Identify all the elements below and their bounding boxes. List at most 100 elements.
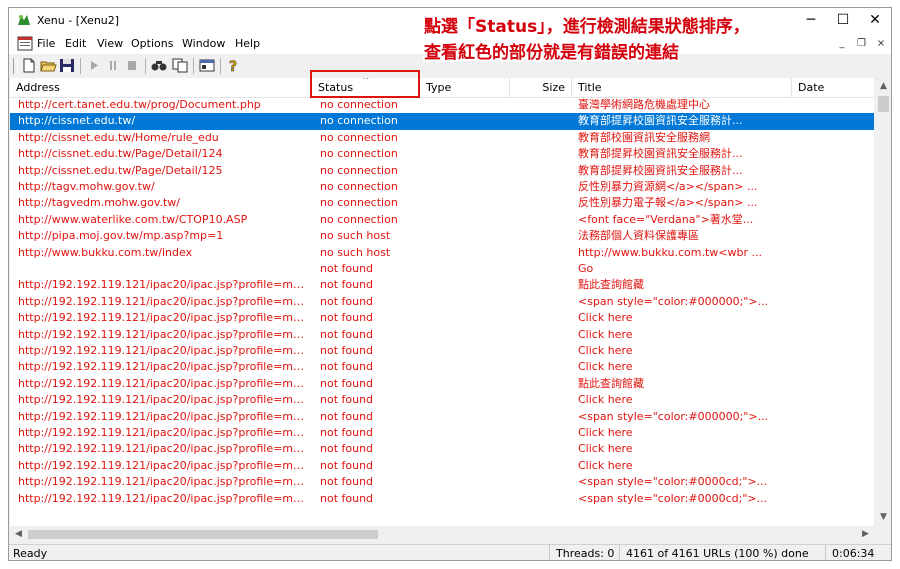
toolbar-separator — [193, 58, 194, 74]
table-row[interactable]: http://192.192.119.121/ipac20/ipac.jsp?p… — [10, 474, 874, 490]
cell-address: http://pipa.moj.gov.tw/mp.asp?mp=1 — [18, 229, 224, 243]
column-address[interactable]: Address — [10, 78, 312, 97]
table-row[interactable]: http://cissnet.edu.tw/Page/Detail/124 no … — [10, 146, 874, 162]
xenu-app-icon — [18, 15, 30, 25]
cell-status: no such host — [320, 245, 391, 259]
vertical-scrollbar[interactable]: ▲ ▼ — [875, 78, 891, 526]
status-urls: 4161 of 4161 URLs (100 %) done — [619, 545, 825, 560]
cell-title: Click here — [578, 327, 633, 341]
column-title[interactable]: Title — [572, 78, 792, 97]
status-time: 0:06:34 — [825, 545, 891, 560]
column-date[interactable]: Date — [792, 78, 874, 97]
table-row[interactable]: http://cissnet.edu.tw/Home/rule_edu no co… — [10, 130, 874, 146]
link-list[interactable]: Address Status ^ Type Size Title Date ht… — [10, 78, 874, 526]
menu-edit[interactable]: Edit — [65, 37, 86, 50]
horizontal-scrollbar[interactable]: ◀ ▶ — [10, 526, 874, 543]
toolbar-separator — [220, 58, 221, 74]
table-row[interactable]: http://www.bukku.com.tw/index no such hos… — [10, 245, 874, 261]
table-row[interactable]: http://cissnet.edu.tw/Page/Detail/125 no … — [10, 163, 874, 179]
mdi-close-button[interactable]: × — [873, 38, 889, 49]
stop-icon[interactable] — [123, 57, 141, 74]
cell-status: not found — [320, 442, 374, 456]
cell-address: http://www.bukku.com.tw/index — [18, 245, 193, 259]
play-icon[interactable] — [85, 57, 103, 74]
cell-address: http://192.192.119.121/ipac20/ipac.jsp?p… — [18, 327, 308, 341]
cell-address: http://192.192.119.121/ipac20/ipac.jsp?p… — [18, 360, 308, 374]
horizontal-scroll-thumb[interactable] — [28, 530, 378, 539]
table-row[interactable]: http://cert.tanet.edu.tw/prog/Document.p… — [10, 97, 874, 113]
table-row[interactable]: http://192.192.119.121/ipac20/ipac.jsp?p… — [10, 310, 874, 326]
table-row[interactable]: not found Go — [10, 261, 874, 277]
toolbar-grip[interactable] — [13, 58, 18, 74]
cell-status: not found — [320, 278, 374, 292]
scroll-right-icon[interactable]: ▶ — [857, 526, 874, 543]
table-row[interactable]: http://pipa.moj.gov.tw/mp.asp?mp=1 no suc… — [10, 228, 874, 244]
cell-title: 臺灣學術網路危機處理中心 — [578, 98, 710, 111]
cell-title: 點此查詢館藏 — [578, 278, 644, 292]
table-row[interactable]: http://192.192.119.121/ipac20/ipac.jsp?p… — [10, 441, 874, 457]
table-row[interactable]: http://192.192.119.121/ipac20/ipac.jsp?p… — [10, 409, 874, 425]
cell-address: http://192.192.119.121/ipac20/ipac.jsp?p… — [18, 393, 308, 407]
table-row[interactable]: http://192.192.119.121/ipac20/ipac.jsp?p… — [10, 458, 874, 474]
vertical-scroll-thumb[interactable] — [878, 96, 889, 112]
table-row[interactable]: http://www.waterlike.com.tw/CTOP10.ASP no… — [10, 212, 874, 228]
copy-icon[interactable] — [171, 57, 189, 74]
mdi-restore-button[interactable]: ❐ — [854, 38, 870, 49]
cell-title: Click here — [578, 344, 633, 357]
cell-title: 反性別暴力資源網</a></span> ... — [578, 180, 758, 193]
table-row[interactable]: http://192.192.119.121/ipac20/ipac.jsp?p… — [10, 327, 874, 343]
menu-help[interactable]: Help — [235, 37, 260, 50]
cell-status: no connection — [320, 147, 398, 161]
cell-title: Go — [578, 262, 594, 275]
cell-title: Click here — [578, 458, 633, 472]
table-row[interactable]: http://cissnet.edu.tw/no connection 教育部提昇… — [10, 113, 874, 130]
cell-status: no connection — [320, 212, 398, 226]
new-icon[interactable] — [20, 57, 38, 74]
annotation-line-1: 點選「Status」，進行檢測結果狀態排序， — [424, 17, 750, 37]
cell-title: Click here — [578, 311, 633, 325]
scroll-down-icon[interactable]: ▼ — [875, 509, 891, 526]
save-icon[interactable] — [58, 57, 76, 74]
find-icon[interactable] — [150, 57, 168, 74]
table-row[interactable]: http://192.192.119.121/ipac20/ipac.jsp?p… — [10, 294, 874, 310]
menu-window[interactable]: Window — [182, 37, 225, 50]
column-size[interactable]: Size — [510, 78, 572, 97]
column-type[interactable]: Type — [420, 78, 510, 97]
table-row[interactable]: http://tagvedm.mohw.gov.tw/no connection… — [10, 195, 874, 211]
status-threads: Threads: 0 — [549, 545, 619, 560]
cell-title: 教育部提昇校園資訊安全服務計... — [578, 163, 743, 177]
scroll-left-icon[interactable]: ◀ — [10, 526, 27, 543]
cell-status: not found — [320, 327, 374, 341]
document-window-icon[interactable] — [17, 36, 33, 51]
table-row[interactable]: http://tagv.mohw.gov.tw/no connection 反性別… — [10, 179, 874, 195]
table-row[interactable]: http://192.192.119.121/ipac20/ipac.jsp?p… — [10, 392, 874, 408]
menu-options[interactable]: Options — [131, 37, 173, 50]
cell-address: http://192.192.119.121/ipac20/ipac.jsp?p… — [18, 442, 308, 456]
table-row[interactable]: http://192.192.119.121/ipac20/ipac.jsp?p… — [10, 491, 874, 507]
pause-icon[interactable] — [104, 57, 122, 74]
cell-status: no connection — [320, 114, 398, 128]
cell-address: http://cissnet.edu.tw/Home/rule_edu — [18, 130, 219, 144]
menu-view[interactable]: View — [97, 37, 123, 50]
cell-title: 反性別暴力電子報</a></span> ... — [578, 196, 758, 210]
toolbar-separator — [80, 58, 81, 74]
menu-file[interactable]: File — [37, 37, 55, 50]
table-row[interactable]: http://192.192.119.121/ipac20/ipac.jsp?p… — [10, 343, 874, 359]
cell-address: http://cert.tanet.edu.tw/prog/Document.p… — [18, 98, 261, 111]
cell-title: <span style="color:#000000;">... — [578, 409, 769, 423]
properties-icon[interactable] — [198, 57, 216, 74]
cell-address: http://192.192.119.121/ipac20/ipac.jsp?p… — [18, 426, 308, 439]
window-title: Xenu - [Xenu2] — [37, 14, 120, 27]
cell-title: <font face="Verdana">著水堂... — [578, 212, 754, 226]
table-row[interactable]: http://192.192.119.121/ipac20/ipac.jsp?p… — [10, 376, 874, 392]
table-row[interactable]: http://192.192.119.121/ipac20/ipac.jsp?p… — [10, 277, 874, 293]
close-button[interactable]: ✕ — [859, 8, 891, 34]
scroll-up-icon[interactable]: ▲ — [875, 78, 891, 95]
table-row[interactable]: http://192.192.119.121/ipac20/ipac.jsp?p… — [10, 425, 874, 441]
cell-address: http://cissnet.edu.tw/ — [18, 114, 136, 128]
cell-title: <span style="color:#0000cd;">... — [578, 491, 768, 505]
open-icon[interactable] — [39, 57, 57, 74]
table-row[interactable]: http://192.192.119.121/ipac20/ipac.jsp?p… — [10, 359, 874, 375]
help-icon[interactable]: ? — [224, 57, 242, 74]
cell-address: http://tagv.mohw.gov.tw/ — [18, 180, 155, 193]
